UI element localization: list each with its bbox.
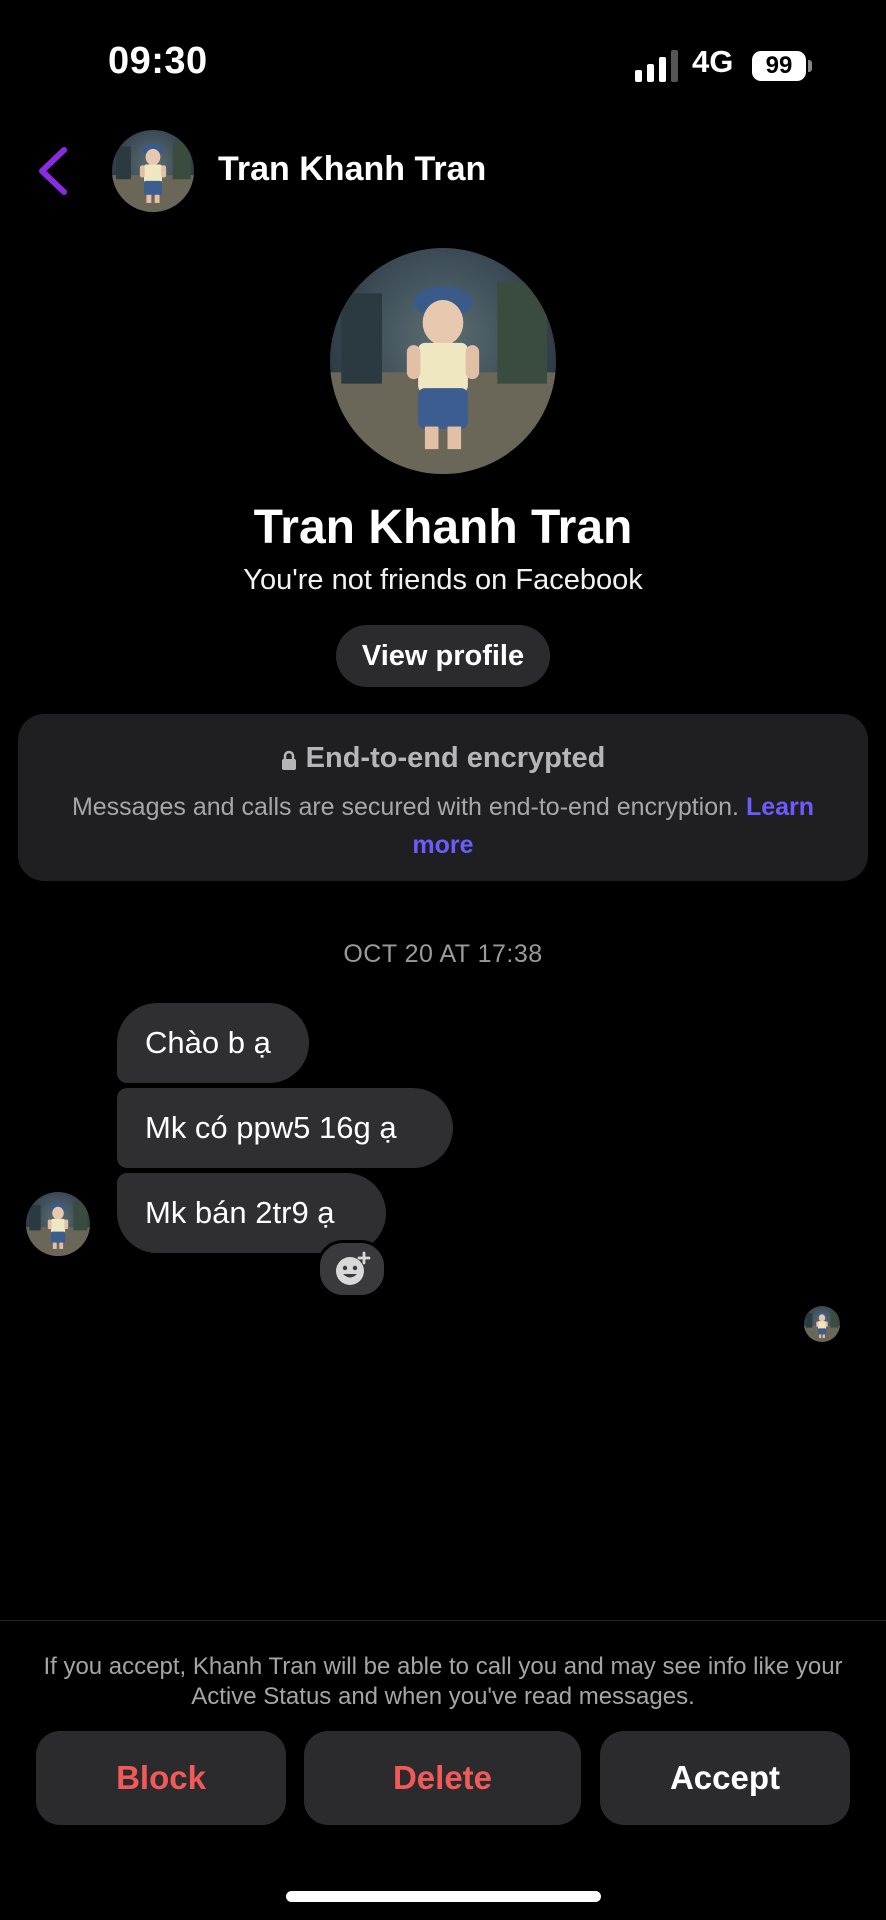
home-indicator[interactable] (286, 1891, 601, 1902)
accept-button[interactable]: Accept (600, 1731, 850, 1825)
encryption-title: End-to-end encrypted (18, 742, 868, 775)
message-timestamp: OCT 20 AT 17:38 (343, 940, 543, 968)
signal-icon (635, 50, 679, 82)
delete-button[interactable]: Delete (304, 1731, 581, 1825)
encryption-notice-card: End-to-end encrypted Messages and calls … (18, 714, 868, 881)
header-contact-name[interactable]: Tran Khanh Tran (218, 150, 486, 189)
encryption-title-text: End-to-end encrypted (305, 742, 606, 774)
add-reaction-icon[interactable] (317, 1240, 387, 1298)
view-profile-button[interactable]: View profile (336, 625, 550, 687)
back-chevron-icon[interactable] (34, 145, 74, 197)
block-button[interactable]: Block (36, 1731, 286, 1825)
network-type: 4G (692, 44, 734, 79)
message-bubble[interactable]: Chào b ạ (117, 1003, 309, 1083)
sender-avatar[interactable] (26, 1192, 90, 1256)
status-time: 09:30 (108, 40, 208, 82)
profile-name: Tran Khanh Tran (253, 501, 633, 554)
message-bubble[interactable]: Mk có ppw5 16g ạ (117, 1088, 453, 1168)
seen-indicator-avatar (804, 1306, 840, 1342)
lock-icon (281, 750, 297, 770)
message-request-note: If you accept, Khanh Tran will be able t… (43, 1653, 843, 1710)
footer-divider (0, 1620, 886, 1621)
battery-tip (808, 60, 812, 72)
friendship-status: You're not friends on Facebook (243, 564, 643, 596)
header-avatar[interactable] (112, 130, 194, 212)
encryption-body-text: Messages and calls are secured with end-… (71, 793, 746, 821)
profile-avatar (330, 248, 556, 474)
encryption-body: Messages and calls are secured with end-… (38, 788, 848, 864)
battery-icon: 99 (752, 51, 806, 81)
